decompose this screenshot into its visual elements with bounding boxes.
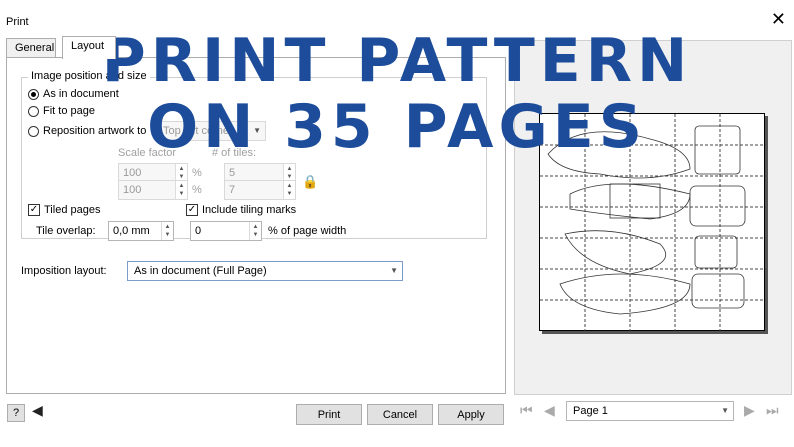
spinner-arrows-icon[interactable]: ▲ ▼ (161, 222, 173, 240)
overlap-percent-value: 0 (195, 225, 202, 237)
tile-grid (540, 114, 766, 332)
collapse-preview-icon[interactable]: ◀ (32, 402, 43, 419)
include-marks-option[interactable]: ✓ Include tiling marks (186, 204, 296, 216)
tab-general[interactable]: General (6, 38, 56, 58)
imposition-select[interactable]: As in document (Full Page) ▼ (127, 261, 403, 281)
option-as-in-document[interactable]: As in document (28, 88, 119, 100)
title-bar: Print ✕ (0, 0, 794, 30)
print-button[interactable]: Print (296, 404, 362, 425)
scale-factor-label: Scale factor (118, 147, 177, 159)
print-preview (514, 40, 792, 395)
radio-icon[interactable] (28, 88, 39, 100)
tiles-y-input[interactable]: 7 ▲ ▼ (224, 180, 296, 200)
page-select-value: Page 1 (573, 405, 608, 417)
percent-label: % (192, 167, 202, 179)
spinner-arrows-icon[interactable]: ▲ ▼ (175, 181, 187, 199)
option-label: Tiled pages (44, 204, 101, 216)
help-button[interactable]: ? (7, 404, 25, 422)
close-icon[interactable]: ✕ (771, 10, 786, 28)
first-page-icon[interactable]: ⏮ (520, 402, 533, 419)
option-reposition[interactable]: Reposition artwork to (28, 125, 146, 137)
spinner-arrows-icon[interactable]: ▲ ▼ (249, 222, 261, 240)
scale-y-value: 100 (119, 181, 175, 199)
cancel-button[interactable]: Cancel (367, 404, 433, 425)
preview-page (539, 113, 766, 332)
layout-panel: Image position and size As in document F… (6, 57, 506, 394)
next-page-icon[interactable]: ▶ (744, 402, 755, 419)
image-position-group: Image position and size As in document F… (21, 70, 487, 241)
radio-icon[interactable] (28, 125, 39, 137)
last-page-icon[interactable]: ⏭ (766, 402, 779, 419)
option-label: Reposition artwork to (43, 125, 147, 137)
chevron-down-icon: ▼ (390, 266, 398, 275)
option-label: Fit to page (43, 105, 95, 117)
tile-overlap-input[interactable]: 0,0 mm ▲ ▼ (108, 221, 174, 241)
page-select[interactable]: Page 1 ▼ (566, 401, 734, 421)
spinner-arrows-icon[interactable]: ▲ ▼ (283, 181, 295, 199)
imposition-label: Imposition layout: (21, 265, 107, 277)
option-label: Include tiling marks (202, 204, 297, 216)
tiled-pages-option[interactable]: ✓ Tiled pages (28, 204, 100, 216)
reposition-value: Top left corner (163, 125, 233, 137)
window-title: Print (6, 16, 29, 28)
radio-icon[interactable] (28, 105, 39, 117)
pattern-shapes (547, 125, 746, 315)
option-label: As in document (43, 88, 119, 100)
checkbox-checked-icon[interactable]: ✓ (28, 204, 40, 216)
tiles-y-value: 7 (225, 181, 283, 199)
tab-layout[interactable]: Layout (62, 36, 116, 59)
tile-overlap-label: Tile overlap: (36, 225, 96, 237)
percent-label: % (192, 184, 202, 196)
overlap-percent-input[interactable]: 0 ▲ ▼ (190, 221, 262, 241)
group-label: Image position and size (28, 70, 150, 82)
page-width-label: % of page width (268, 225, 347, 237)
reposition-select[interactable]: Top left corner ▼ (156, 121, 266, 141)
chevron-down-icon: ▼ (253, 126, 261, 135)
chevron-down-icon: ▼ (721, 406, 729, 415)
apply-button[interactable]: Apply (438, 404, 504, 425)
tile-overlap-value: 0,0 mm (113, 225, 150, 237)
imposition-value: As in document (Full Page) (134, 265, 267, 277)
checkbox-checked-icon[interactable]: ✓ (186, 204, 198, 216)
option-fit-to-page[interactable]: Fit to page (28, 105, 95, 117)
scale-y-input[interactable]: 100 ▲ ▼ (118, 180, 188, 200)
tiles-label: # of tiles: (212, 147, 257, 159)
previous-page-icon[interactable]: ◀ (544, 402, 555, 419)
lock-icon[interactable]: 🔒 (302, 174, 318, 190)
